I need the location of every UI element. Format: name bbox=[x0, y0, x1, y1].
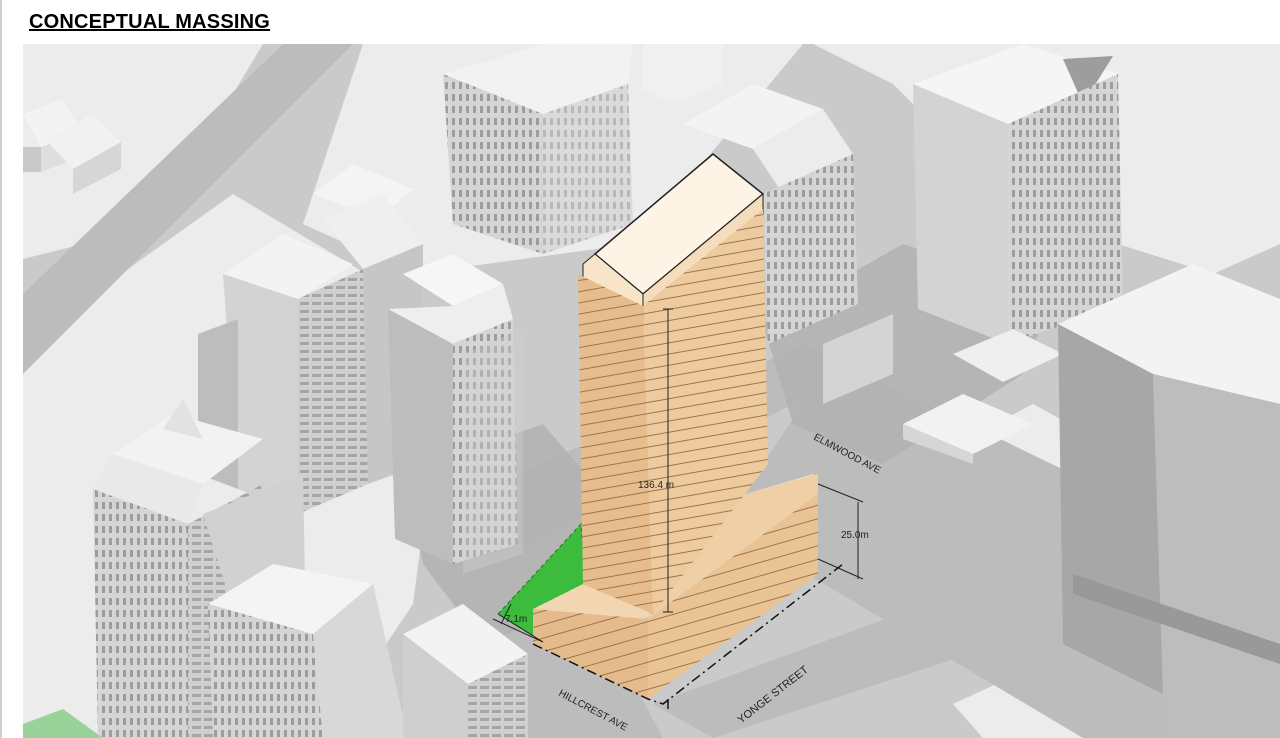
context-tower-east-top bbox=[913, 44, 1123, 344]
tower-height-label: 136.4 m bbox=[638, 480, 674, 491]
podium-height-label: 25.0m bbox=[841, 530, 869, 541]
massing-render: 136.4 m 25.0m 7.1m ELMWOOD AVE YONGE STR… bbox=[23, 44, 1280, 738]
setback-label: 7.1m bbox=[505, 614, 527, 625]
page-title: CONCEPTUAL MASSING bbox=[29, 11, 271, 33]
left-border-rule bbox=[0, 0, 2, 738]
